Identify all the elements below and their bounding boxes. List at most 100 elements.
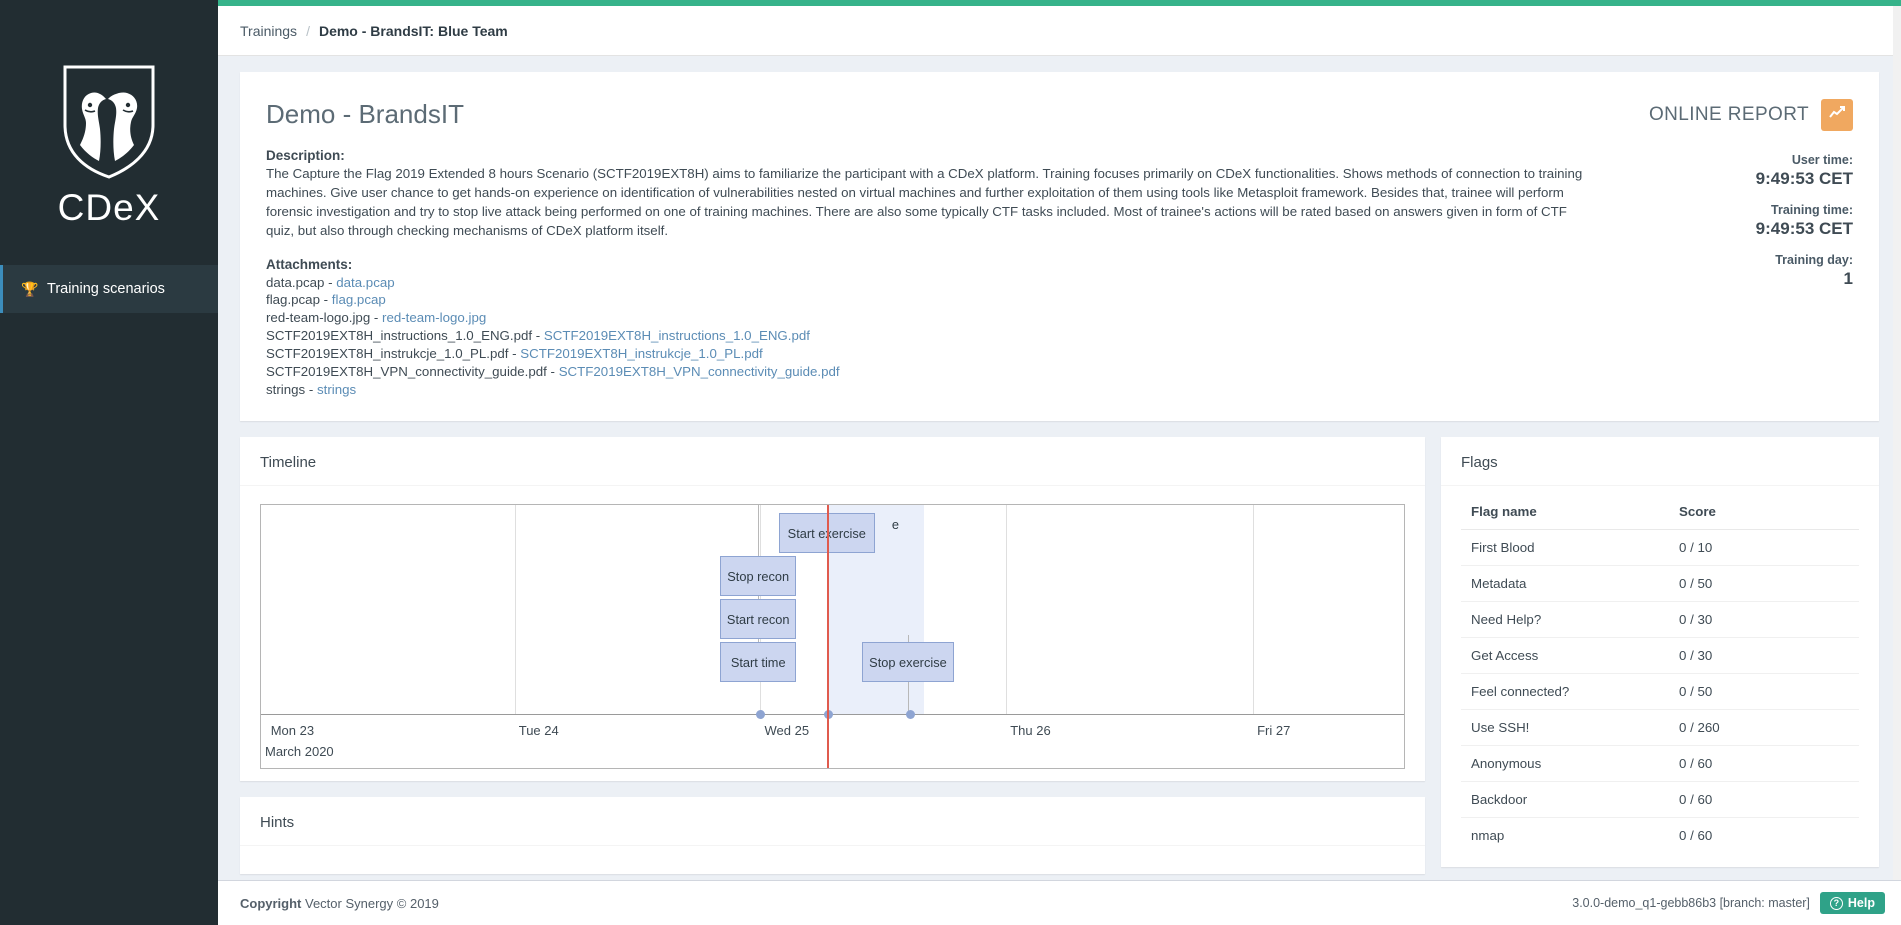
page-title: Demo - BrandsIT [266,99,464,129]
attachment-link[interactable]: SCTF2019EXT8H_instructions_1.0_ENG.pdf [544,328,810,343]
table-header-row: Flag name Score [1461,496,1859,531]
attachment-link[interactable]: SCTF2019EXT8H_VPN_connectivity_guide.pdf [559,364,840,379]
trophy-icon: 🏆 [21,280,39,297]
hints-title: Hints [240,800,1425,847]
timeline-day-label: Mon 23 [270,723,315,739]
timeline-day-label: Thu 26 [1010,723,1051,739]
footer-right: 3.0.0-demo_q1-gebb86b3 [branch: master] … [1572,892,1885,914]
flag-name-cell: Metadata [1461,565,1669,602]
hints-card: Hints [240,797,1425,875]
attachment-link[interactable]: SCTF2019EXT8H_instrukcje_1.0_PL.pdf [520,346,762,361]
help-button[interactable]: ? Help [1819,892,1885,914]
flag-score-cell: 0 / 50 [1669,673,1859,710]
stat-training-time: Training time: 9:49:53 CET [1623,203,1853,239]
attachment-link[interactable]: data.pcap [336,275,394,290]
shield-lion-dragon-icon [61,63,157,181]
footer-copyright: Copyright Vector Synergy © 2019 [240,896,439,911]
attachment-row: SCTF2019EXT8H_instrukcje_1.0_PL.pdf - SC… [266,345,1593,363]
flags-title: Flags [1441,440,1879,487]
breadcrumb-root-link[interactable]: Trainings [240,23,297,39]
brand-logo[interactable]: CDeX [0,0,218,265]
table-row[interactable]: nmap 0 / 60 [1461,817,1859,854]
stat-value: 9:49:53 CET [1755,169,1853,188]
brand-logo-text: CDeX [57,186,161,228]
timeline-event[interactable]: Stop exercise [861,642,954,683]
table-row[interactable]: Get Access 0 / 30 [1461,637,1859,674]
training-overview-card: Demo - BrandsIT Description: The Capture… [240,72,1879,422]
timeline-event[interactable]: Start recon [720,599,797,640]
timeline-month-label: March 2020 [265,744,334,760]
stat-label: Training day: [1775,253,1853,267]
breadcrumb: Trainings / Demo - BrandsIT: Blue Team [218,6,1901,56]
attachment-link[interactable]: flag.pcap [332,292,386,307]
flag-name-cell: Get Access [1461,637,1669,674]
attachment-row: red-team-logo.jpg - red-team-logo.jpg [266,309,1593,327]
attachment-row: flag.pcap - flag.pcap [266,291,1593,309]
attachments-list: data.pcap - data.pcap flag.pcap - flag.pc… [266,274,1593,400]
timeline-day-label: Wed 25 [764,723,810,739]
stat-label: User time: [1791,153,1853,167]
breadcrumb-current: Demo - BrandsIT: Blue Team [318,22,508,39]
question-circle-icon: ? [1829,896,1843,910]
table-row[interactable]: Metadata 0 / 50 [1461,565,1859,602]
attachment-row: SCTF2019EXT8H_VPN_connectivity_guide.pdf… [266,363,1593,381]
table-row[interactable]: Feel connected? 0 / 50 [1461,673,1859,710]
flag-name-cell: Use SSH! [1461,709,1669,746]
flag-name-cell: Anonymous [1461,745,1669,782]
attachment-name: SCTF2019EXT8H_VPN_connectivity_guide.pdf… [266,364,559,380]
timeline-day-label: Fri 27 [1257,723,1291,739]
breadcrumb-separator: / [306,22,310,39]
table-row[interactable]: Anonymous 0 / 60 [1461,745,1859,782]
flags-table: Flag name Score First Blood 0 / 10 Metadat… [1461,496,1859,854]
flag-name-cell: Feel connected? [1461,673,1669,710]
flag-score-cell: 0 / 260 [1669,709,1859,746]
stat-label: Training time: [1771,203,1853,217]
table-row[interactable]: Use SSH! 0 / 260 [1461,709,1859,746]
timeline-gridline [1006,505,1008,716]
footer: Copyright Vector Synergy © 2019 3.0.0-de… [218,880,1901,925]
flag-score-cell: 0 / 30 [1669,601,1859,638]
online-report-button[interactable] [1821,99,1853,131]
timeline-gridline [1253,505,1255,716]
overview-details: Demo - BrandsIT Description: The Capture… [266,99,1623,399]
flag-score-cell: 0 / 30 [1669,637,1859,674]
timeline-truncated-label: e [891,517,900,533]
attachment-name: flag.pcap - [266,292,332,308]
sidebar-item-label: Training scenarios [47,281,165,297]
table-row[interactable]: Need Help? 0 / 30 [1461,601,1859,638]
flag-name-cell: Need Help? [1461,601,1669,638]
attachment-name: strings - [266,382,317,398]
column-header-flag-name: Flag name [1461,496,1669,531]
attachment-row: strings - strings [266,381,1593,399]
stat-value: 9:49:53 CET [1755,219,1853,238]
flag-name-cell: nmap [1461,817,1669,854]
description-text: The Capture the Flag 2019 Extended 8 hou… [266,166,1583,238]
attachments-label: Attachments: [266,256,353,272]
flag-score-cell: 0 / 60 [1669,745,1859,782]
page-content: Demo - BrandsIT Description: The Capture… [218,56,1901,925]
stat-user-time: User time: 9:49:53 CET [1623,153,1853,189]
page-scrollbar[interactable] [1893,6,1901,880]
lower-section: Timeline Start exercise Stop recon Start r… [240,437,1879,890]
attachment-link[interactable]: red-team-logo.jpg [382,310,486,325]
timeline-title: Timeline [240,440,1425,487]
attachment-name: red-team-logo.jpg - [266,310,383,326]
description-label: Description: [266,148,345,163]
timeline-gridline [514,505,516,716]
table-row[interactable]: Backdoor 0 / 60 [1461,781,1859,818]
flag-name-cell: First Blood [1461,529,1669,566]
timeline-day-label: Tue 24 [518,723,559,739]
table-row[interactable]: First Blood 0 / 10 [1461,529,1859,566]
chart-line-icon [1828,105,1846,125]
flags-card: Flags Flag name Score First Blood 0 / 10 M… [1441,437,1879,868]
attachment-link[interactable]: strings [317,382,356,397]
timeline-event[interactable]: Start time [720,642,797,683]
copyright-rest: Vector Synergy © 2019 [301,895,439,911]
timeline-chart[interactable]: Start exercise Stop recon Start recon Start… [260,504,1405,770]
timeline-event[interactable]: Stop recon [720,556,797,597]
timeline-card: Timeline Start exercise Stop recon Start r… [240,437,1425,782]
timeline-marker-dot[interactable] [905,710,915,720]
sidebar-item-training-scenarios[interactable]: 🏆 Training scenarios [0,265,218,313]
flag-score-cell: 0 / 50 [1669,565,1859,602]
version-text: 3.0.0-demo_q1-gebb86b3 [branch: master] [1572,896,1810,910]
